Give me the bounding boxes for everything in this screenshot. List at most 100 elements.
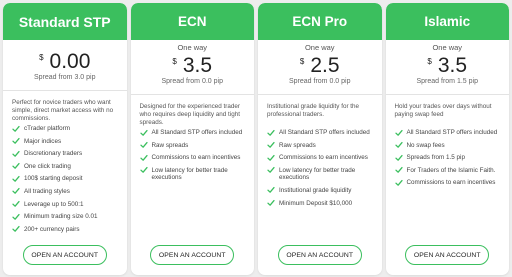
check-icon — [267, 154, 275, 162]
feature-text: For Traders of the Islamic Faith. — [406, 166, 496, 174]
feature-item: One click trading — [12, 163, 118, 171]
feature-text: Major indices — [24, 137, 62, 145]
feature-item: Commissions to earn incentives — [139, 154, 246, 162]
plan-description: Hold your trades over days without payin… — [394, 103, 492, 118]
feature-item: Raw spreads — [267, 142, 373, 150]
feature-text: All trading styles — [24, 187, 70, 195]
feature-item: All trading styles — [12, 188, 118, 196]
plan-price: $ 2.5 — [258, 55, 382, 77]
currency-symbol: $ — [39, 53, 44, 62]
open-account-button[interactable]: OPEN AN ACCOUNT — [22, 245, 107, 265]
spread-text: Spread from 0.0 pip — [161, 78, 223, 85]
feature-text: Minimum trading size 0.01 — [24, 213, 98, 221]
feature-text: Spreads from 1.5 pip — [406, 154, 465, 162]
plan-description: Perfect for novice traders who want simp… — [12, 99, 114, 122]
check-icon — [394, 129, 403, 137]
feature-item: Spreads from 1.5 pip — [394, 154, 501, 162]
spread-text: Spread from 0.0 pip — [289, 78, 351, 85]
check-icon — [12, 150, 20, 158]
feature-list: All Standard STP offers included Raw spre… — [131, 127, 255, 182]
spread-text: Spread from 1.5 pip — [416, 78, 478, 85]
check-icon — [12, 225, 20, 233]
plan-description: Institutional grade liquidity for the pr… — [267, 103, 360, 118]
feature-item: Institutional grade liquidity — [267, 187, 373, 195]
open-account-button[interactable]: OPEN AN ACCOUNT — [405, 245, 490, 265]
currency-symbol: $ — [427, 57, 432, 66]
feature-text: Commissions to earn incentives — [406, 179, 496, 187]
feature-text: All Standard STP offers included — [406, 129, 498, 136]
check-icon — [267, 199, 275, 207]
feature-item: Major indices — [12, 138, 118, 146]
check-icon — [139, 154, 148, 162]
check-icon — [139, 141, 148, 149]
feature-item: Discretionary traders — [12, 150, 118, 158]
currency-symbol: $ — [172, 57, 177, 66]
feature-item: All Standard STP offers included — [394, 129, 501, 137]
feature-item: No swap fees — [394, 141, 501, 150]
price-value: 3.5 — [437, 54, 468, 77]
check-icon — [267, 186, 275, 194]
feature-item: cTrader platform — [12, 125, 118, 133]
one-way-label: One way — [177, 43, 208, 52]
check-icon — [139, 166, 148, 174]
check-icon — [12, 175, 20, 183]
currency-symbol: $ — [299, 57, 305, 66]
feature-text: Raw spreads — [279, 141, 316, 149]
check-icon — [12, 137, 20, 145]
feature-item: Low latency for better trade executions — [267, 167, 373, 182]
plan-title: Standard STP — [3, 3, 127, 40]
price-value: 2.5 — [310, 54, 340, 77]
plan-title: Islamic — [385, 3, 509, 40]
check-icon — [394, 154, 403, 162]
feature-item: Minimum trading size 0.01 — [12, 213, 118, 221]
feature-item: Commissions to earn incentives — [394, 179, 501, 187]
plan-title: ECN — [130, 3, 254, 40]
feature-item: Leverage up to 500:1 — [12, 201, 118, 209]
feature-text: All Standard STP offers included — [279, 129, 370, 136]
feature-item: 200+ currency pairs — [12, 226, 118, 234]
check-icon — [12, 125, 20, 133]
feature-text: No swap fees — [406, 141, 445, 149]
feature-item: 100$ starting deposit — [12, 175, 118, 183]
feature-item: Minimum Deposit $10,000 — [267, 200, 373, 208]
feature-item: All Standard STP offers included — [139, 129, 246, 137]
feature-item: Raw spreads — [139, 141, 246, 150]
plan-title: ECN Pro — [258, 3, 382, 40]
check-icon — [12, 162, 20, 170]
feature-item: Low latency for better trade executions — [139, 166, 246, 182]
feature-text: cTrader platform — [24, 125, 70, 132]
plan-price: $ 3.5 — [386, 55, 510, 77]
feature-list: All Standard STP offers included No swap … — [386, 127, 510, 187]
plan-card-islamic: Islamic One way $ 3.5 Spread from 1.5 pi… — [385, 3, 510, 275]
check-icon — [394, 166, 403, 174]
one-way-label: One way — [432, 43, 463, 52]
check-icon — [267, 141, 275, 149]
price-value: 3.5 — [182, 54, 213, 77]
feature-text: 200+ currency pairs — [24, 225, 80, 233]
feature-item: Commissions to earn incentives — [267, 154, 373, 162]
plan-price: $ 0.00 — [3, 51, 127, 73]
feature-text: Low latency for better trade executions — [151, 166, 228, 182]
feature-text: Leverage up to 500:1 — [24, 200, 84, 208]
feature-text: One click trading — [24, 162, 71, 170]
open-account-button[interactable]: OPEN AN ACCOUNT — [277, 245, 362, 265]
open-account-button[interactable]: OPEN AN ACCOUNT — [150, 245, 235, 265]
check-icon — [394, 179, 403, 187]
check-icon — [12, 200, 20, 208]
feature-item: For Traders of the Islamic Faith. — [394, 166, 501, 175]
feature-text: Discretionary traders — [24, 150, 83, 158]
check-icon — [267, 166, 275, 174]
plan-card-standard-stp: Standard STP $ 0.00 Spread from 3.0 pip … — [3, 3, 127, 275]
check-icon — [394, 141, 403, 149]
feature-text: Minimum Deposit $10,000 — [279, 199, 353, 207]
feature-text: Commissions to earn incentives — [279, 154, 368, 162]
feature-list: cTrader platform Major indices Discretiona… — [3, 123, 127, 233]
feature-text: Raw spreads — [151, 141, 189, 149]
one-way-label: One way — [304, 43, 335, 52]
check-icon — [12, 213, 20, 221]
feature-list: All Standard STP offers included Raw spre… — [258, 127, 382, 207]
feature-item: All Standard STP offers included — [267, 129, 373, 137]
price-value: 0.00 — [49, 50, 91, 73]
check-icon — [267, 129, 275, 137]
pricing-grid: Standard STP $ 0.00 Spread from 3.0 pip … — [3, 3, 509, 275]
